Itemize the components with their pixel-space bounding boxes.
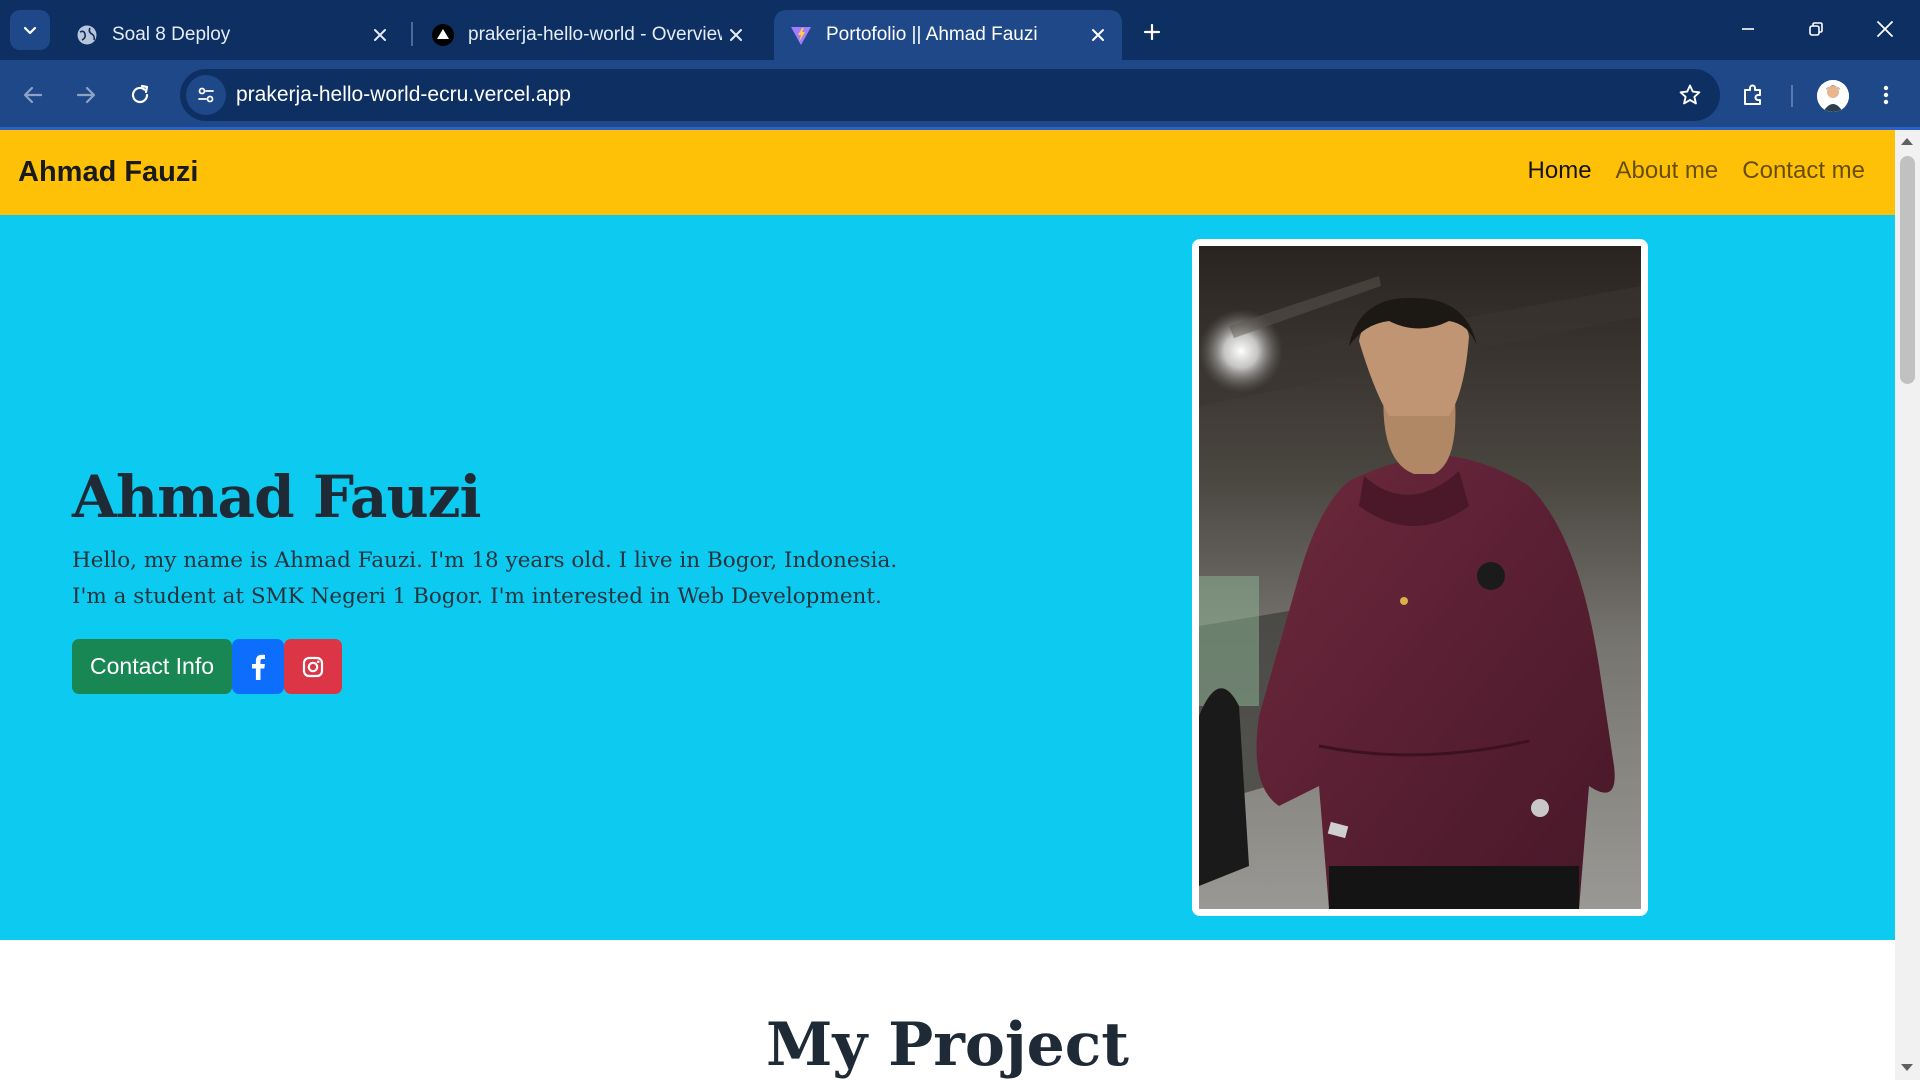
- facebook-button[interactable]: [232, 639, 285, 694]
- tab-title: prakerja-hello-world - Overview: [468, 24, 722, 45]
- arrow-right-icon: [76, 86, 96, 104]
- hero-buttons: Contact Info: [72, 639, 343, 694]
- new-tab-button[interactable]: [1134, 14, 1170, 50]
- reload-button[interactable]: [120, 75, 160, 115]
- profile-photo-frame: [1192, 239, 1648, 916]
- back-button[interactable]: [13, 75, 53, 115]
- hero-name: Ahmad Fauzi: [72, 463, 482, 531]
- profile-avatar-icon: [1817, 80, 1849, 112]
- tab-vercel-overview[interactable]: prakerja-hello-world - Overview: [416, 10, 760, 60]
- navbar-links: Home About me Contact me: [1528, 157, 1865, 185]
- facebook-icon: [252, 654, 266, 680]
- reload-icon: [131, 84, 149, 104]
- projects-section-title: My Project: [765, 1010, 1130, 1080]
- browser-tab-strip: Soal 8 Deploy prakerja-hello-world - Ove…: [0, 0, 1920, 60]
- hero-bio: Hello, my name is Ahmad Fauzi. I'm 18 ye…: [72, 548, 898, 609]
- scroll-down-icon[interactable]: [1901, 1064, 1913, 1071]
- globe-icon: [76, 24, 98, 46]
- instagram-icon: [302, 656, 324, 677]
- profile-photo: [1199, 246, 1641, 909]
- toolbar-divider: [1791, 85, 1793, 107]
- tab-title: Soal 8 Deploy: [112, 24, 231, 45]
- bookmark-button[interactable]: [1674, 79, 1706, 111]
- tab-title: Portofolio || Ahmad Fauzi: [826, 24, 1038, 45]
- tab-soal-8-deploy[interactable]: Soal 8 Deploy: [60, 10, 404, 60]
- more-vert-icon: [1883, 85, 1889, 105]
- extensions-button[interactable]: [1733, 75, 1773, 115]
- hero-section: Ahmad Fauzi Hello, my name is Ahmad Fauz…: [0, 215, 1895, 940]
- star-icon: [1679, 84, 1701, 105]
- navbar-brand[interactable]: Ahmad Fauzi: [18, 156, 198, 189]
- instagram-button[interactable]: [284, 639, 343, 694]
- restore-icon: [1809, 22, 1823, 36]
- scrollbar-thumb[interactable]: [1900, 156, 1915, 384]
- vercel-icon: [432, 24, 454, 46]
- nav-link-about[interactable]: About me: [1616, 157, 1719, 185]
- tab-portofolio[interactable]: Portofolio || Ahmad Fauzi: [774, 10, 1122, 60]
- page-scrollbar[interactable]: [1895, 130, 1920, 1080]
- tune-icon: [198, 87, 214, 103]
- restore-button[interactable]: [1788, 6, 1844, 52]
- puzzle-icon: [1744, 84, 1761, 105]
- scroll-up-icon[interactable]: [1901, 138, 1913, 145]
- close-icon[interactable]: [1084, 21, 1112, 49]
- chevron-down-icon: [23, 26, 37, 35]
- close-icon[interactable]: [722, 21, 750, 49]
- minimize-button[interactable]: [1720, 6, 1776, 52]
- close-window-button[interactable]: [1857, 6, 1913, 52]
- arrow-left-icon: [23, 86, 43, 104]
- close-icon: [1877, 21, 1893, 37]
- address-bar[interactable]: prakerja-hello-world-ecru.vercel.app: [180, 69, 1720, 121]
- tab-search-button[interactable]: [10, 10, 50, 50]
- close-icon[interactable]: [366, 21, 394, 49]
- forward-button[interactable]: [66, 75, 106, 115]
- nav-link-home[interactable]: Home: [1528, 157, 1592, 185]
- site-navbar: Ahmad Fauzi Home About me Contact me: [0, 130, 1895, 215]
- minimize-icon: [1742, 28, 1754, 30]
- plus-icon: [1143, 23, 1161, 41]
- tab-separator: [411, 22, 413, 46]
- site-info-button[interactable]: [186, 75, 226, 115]
- page-viewport: Ahmad Fauzi Home About me Contact me Ahm…: [0, 130, 1895, 1080]
- avatar[interactable]: [1817, 80, 1849, 112]
- contact-info-button[interactable]: Contact Info: [72, 639, 233, 694]
- url-text[interactable]: prakerja-hello-world-ecru.vercel.app: [236, 83, 571, 107]
- browser-toolbar: prakerja-hello-world-ecru.vercel.app: [0, 60, 1920, 130]
- menu-button[interactable]: [1866, 75, 1906, 115]
- nav-link-contact[interactable]: Contact me: [1742, 157, 1865, 185]
- vite-icon: [790, 24, 812, 46]
